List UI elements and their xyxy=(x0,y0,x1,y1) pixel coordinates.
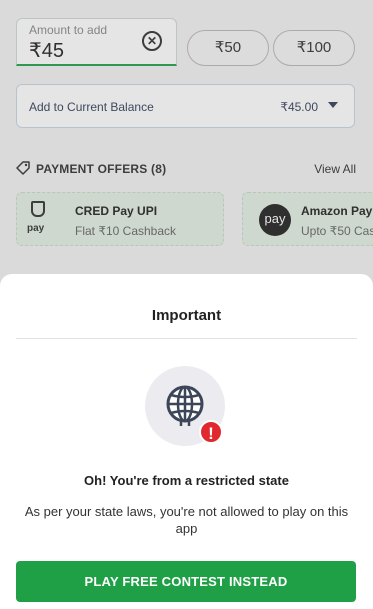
restricted-state-sheet: Important ! Oh! You're from a restricted… xyxy=(0,274,373,609)
restricted-message-body: As per your state laws, you're not allow… xyxy=(24,504,349,536)
sheet-title: Important xyxy=(151,307,222,324)
restricted-message-title: Oh! You're from a restricted state xyxy=(84,473,289,488)
divider xyxy=(16,338,357,339)
globe-icon xyxy=(166,385,204,426)
alert-icon: ! xyxy=(199,420,223,444)
globe-illustration: ! xyxy=(145,366,225,446)
play-free-contest-button[interactable]: PLAY FREE CONTEST INSTEAD xyxy=(16,561,356,602)
